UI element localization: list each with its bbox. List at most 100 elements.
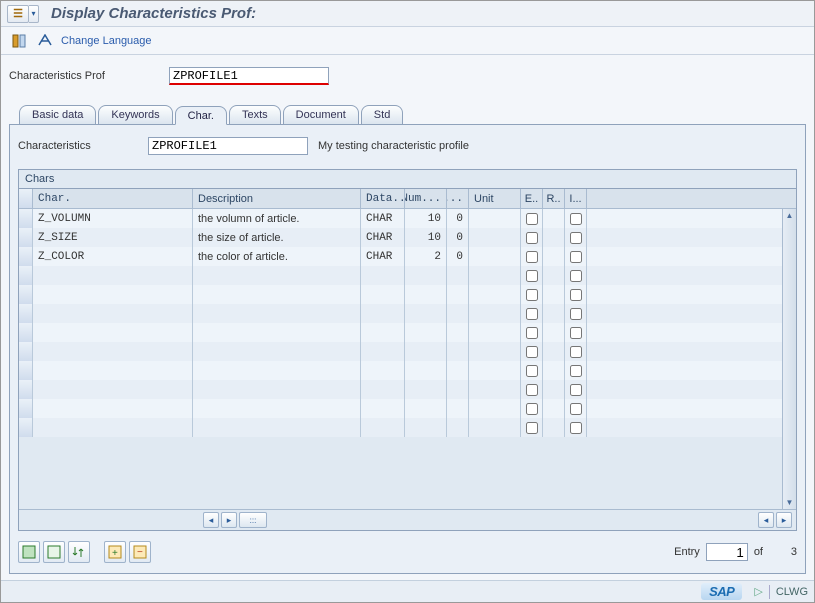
cell[interactable]: [447, 304, 469, 323]
cell[interactable]: [405, 361, 447, 380]
cell[interactable]: CHAR: [361, 209, 405, 228]
cell[interactable]: [405, 399, 447, 418]
menu-dropdown-icon[interactable]: ▾: [29, 5, 39, 23]
checkbox-i[interactable]: [570, 403, 582, 415]
cell[interactable]: [19, 323, 33, 342]
cell-r[interactable]: [543, 247, 565, 266]
checkbox-i[interactable]: [570, 384, 582, 396]
checkbox-e[interactable]: [526, 308, 538, 320]
table-row[interactable]: [19, 342, 796, 361]
cell[interactable]: [19, 228, 33, 247]
cell[interactable]: [33, 399, 193, 418]
cell[interactable]: [33, 304, 193, 323]
cell[interactable]: [447, 399, 469, 418]
col-unit[interactable]: Unit: [469, 189, 521, 208]
cell[interactable]: [33, 361, 193, 380]
tab-texts[interactable]: Texts: [229, 105, 281, 124]
tab-std[interactable]: Std: [361, 105, 404, 124]
tab-document[interactable]: Document: [283, 105, 359, 124]
checkbox-e[interactable]: [526, 270, 538, 282]
hscroll-last-icon[interactable]: ▸: [776, 512, 792, 528]
cell[interactable]: [405, 418, 447, 437]
checkbox-i[interactable]: [570, 365, 582, 377]
cell[interactable]: the size of article.: [193, 228, 361, 247]
cell[interactable]: [405, 323, 447, 342]
cell[interactable]: [469, 418, 521, 437]
cell[interactable]: [19, 285, 33, 304]
checkbox-i[interactable]: [570, 422, 582, 434]
table-row[interactable]: [19, 266, 796, 285]
col-char[interactable]: Char.: [33, 189, 193, 208]
cell-r[interactable]: [543, 285, 565, 304]
cell[interactable]: [19, 247, 33, 266]
cell[interactable]: Z_COLOR: [33, 247, 193, 266]
cell[interactable]: [33, 285, 193, 304]
cell[interactable]: CHAR: [361, 228, 405, 247]
cell-r[interactable]: [543, 380, 565, 399]
cell[interactable]: [447, 380, 469, 399]
cell-e[interactable]: [521, 247, 543, 266]
cell[interactable]: [19, 342, 33, 361]
cell[interactable]: 0: [447, 228, 469, 247]
col-e[interactable]: E..: [521, 189, 543, 208]
cell[interactable]: [33, 266, 193, 285]
cell[interactable]: 2: [405, 247, 447, 266]
cell[interactable]: [469, 380, 521, 399]
cell[interactable]: [405, 342, 447, 361]
cell-i[interactable]: [565, 304, 587, 323]
cell[interactable]: [193, 266, 361, 285]
cell[interactable]: [469, 247, 521, 266]
checkbox-e[interactable]: [526, 403, 538, 415]
cell[interactable]: CHAR: [361, 247, 405, 266]
cell[interactable]: [469, 228, 521, 247]
col-selector[interactable]: [19, 189, 33, 208]
cell[interactable]: [405, 285, 447, 304]
cell-e[interactable]: [521, 266, 543, 285]
cell-r[interactable]: [543, 399, 565, 418]
status-play-icon[interactable]: ▷: [754, 585, 762, 598]
checkbox-e[interactable]: [526, 365, 538, 377]
checkbox-e[interactable]: [526, 289, 538, 301]
cell-r[interactable]: [543, 209, 565, 228]
cell[interactable]: [469, 342, 521, 361]
cell-e[interactable]: [521, 418, 543, 437]
cell[interactable]: [447, 285, 469, 304]
checkbox-e[interactable]: [526, 213, 538, 225]
cell[interactable]: [33, 380, 193, 399]
cell[interactable]: 10: [405, 228, 447, 247]
hscroll-next-icon[interactable]: ◂: [758, 512, 774, 528]
toggle-display-icon[interactable]: [9, 31, 29, 51]
col-desc[interactable]: Description: [193, 189, 361, 208]
checkbox-e[interactable]: [526, 346, 538, 358]
cell-r[interactable]: [543, 323, 565, 342]
table-row[interactable]: [19, 380, 796, 399]
delete-row-button[interactable]: −: [129, 541, 151, 563]
menu-icon[interactable]: ☰: [7, 5, 29, 23]
table-row[interactable]: [19, 323, 796, 342]
cell[interactable]: [19, 361, 33, 380]
entry-input[interactable]: [706, 543, 748, 561]
cell-e[interactable]: [521, 285, 543, 304]
cell-i[interactable]: [565, 380, 587, 399]
cell[interactable]: [361, 418, 405, 437]
cell[interactable]: [447, 323, 469, 342]
cell-i[interactable]: [565, 209, 587, 228]
col-data[interactable]: Data...: [361, 189, 405, 208]
checkbox-i[interactable]: [570, 289, 582, 301]
cell[interactable]: [193, 361, 361, 380]
cell[interactable]: the color of article.: [193, 247, 361, 266]
cell[interactable]: [19, 380, 33, 399]
cell-e[interactable]: [521, 304, 543, 323]
cell[interactable]: [469, 323, 521, 342]
col-r[interactable]: R..: [543, 189, 565, 208]
cell[interactable]: [33, 323, 193, 342]
cell[interactable]: 0: [447, 209, 469, 228]
cell[interactable]: [19, 266, 33, 285]
cell-r[interactable]: [543, 266, 565, 285]
hscroll-drag-icon[interactable]: :::: [239, 512, 267, 528]
cell[interactable]: [361, 285, 405, 304]
cell-e[interactable]: [521, 380, 543, 399]
checkbox-e[interactable]: [526, 422, 538, 434]
cell-i[interactable]: [565, 247, 587, 266]
characteristics-input[interactable]: [148, 137, 308, 155]
